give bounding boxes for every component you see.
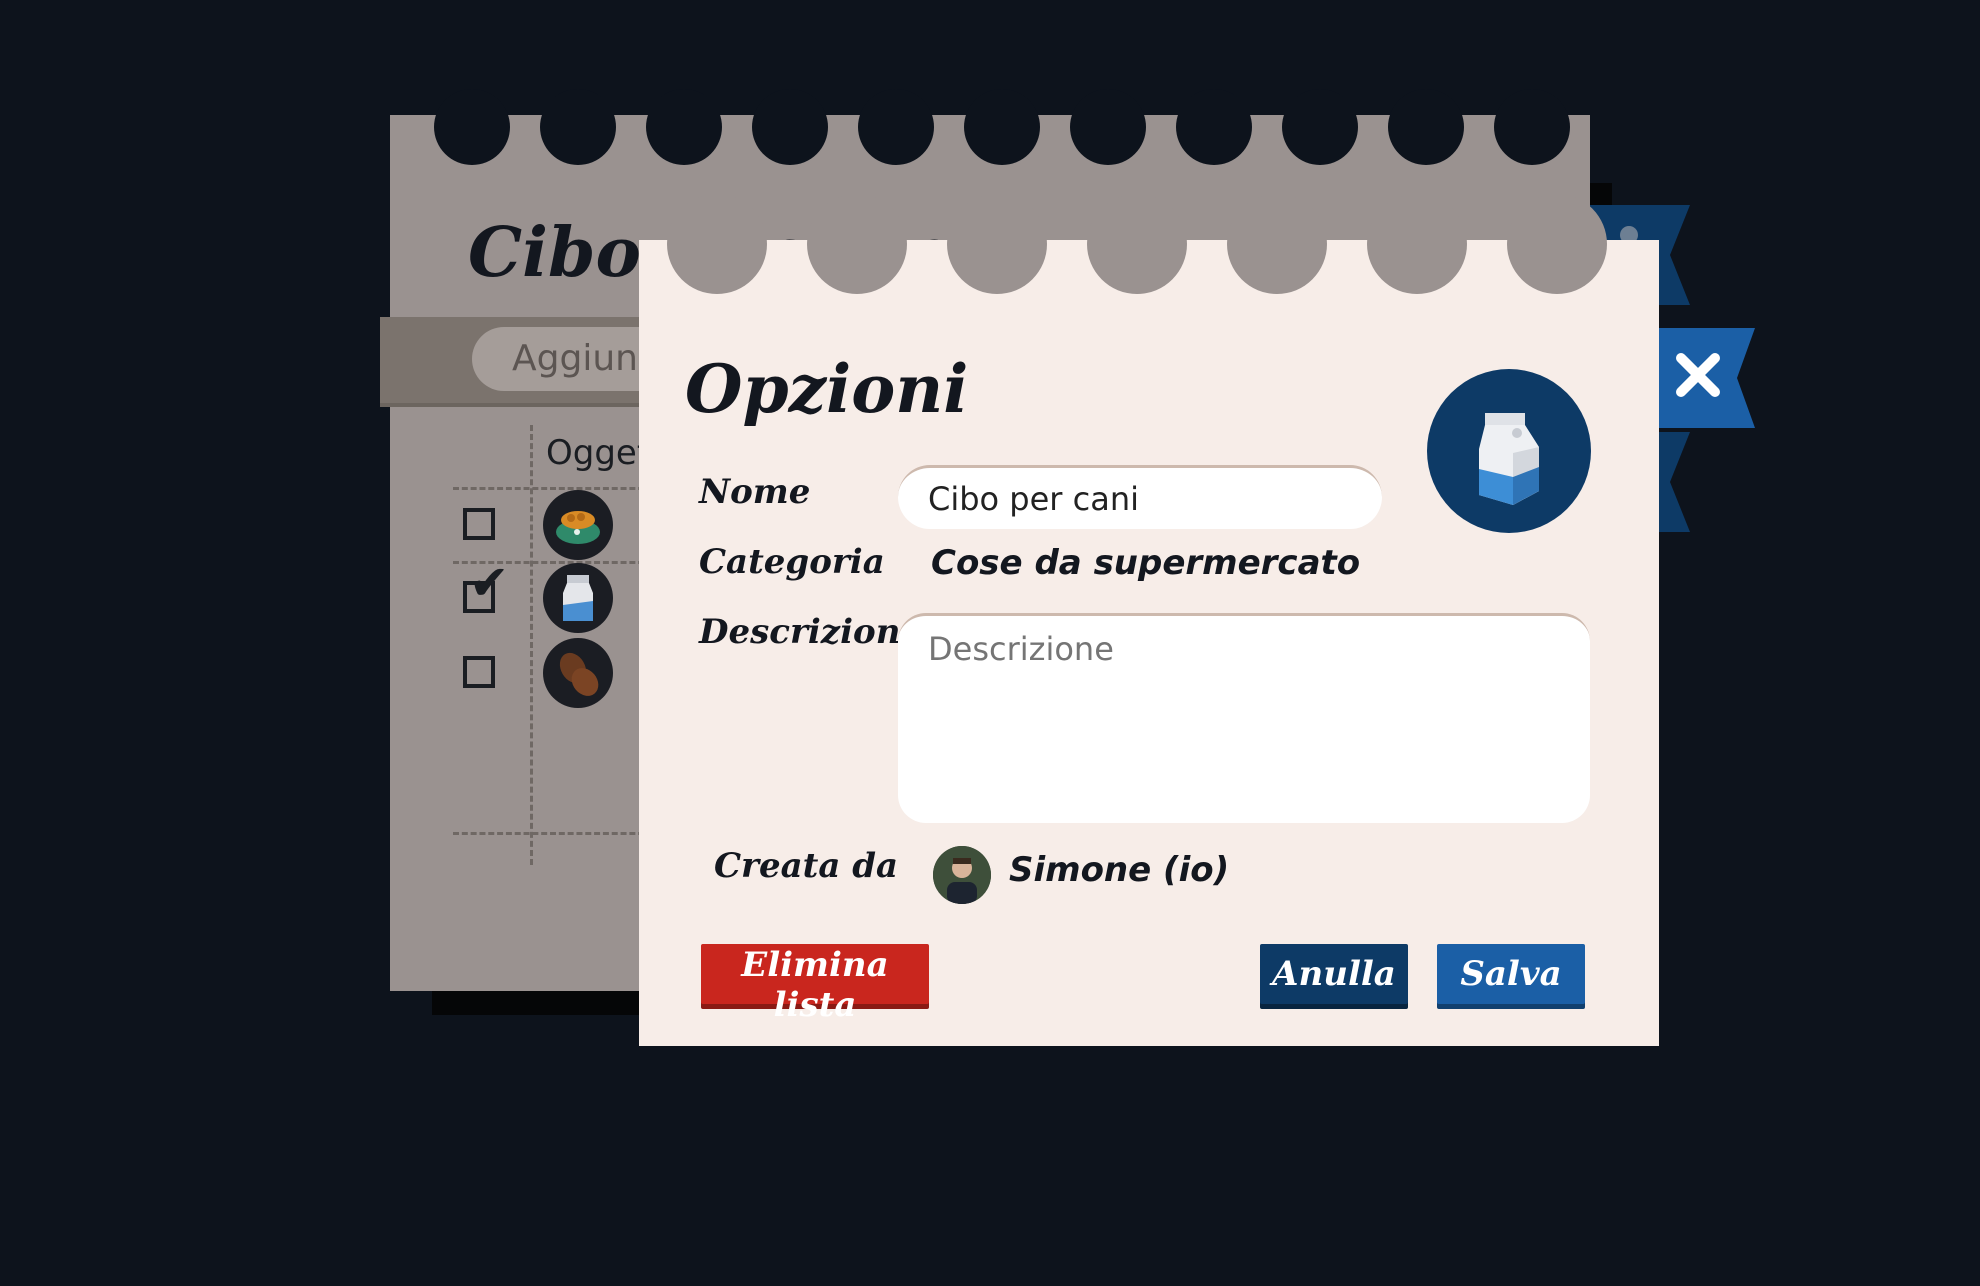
creator-name: Simone (io) <box>1009 850 1230 890</box>
list-item[interactable] <box>463 638 643 710</box>
coffee-beans-icon <box>543 638 613 708</box>
milk-carton-icon <box>1479 413 1539 505</box>
description-label: Descrizione <box>699 612 923 652</box>
name-label: Nome <box>699 472 811 512</box>
dialog-title: Opzioni <box>685 350 969 428</box>
name-input[interactable] <box>898 465 1382 529</box>
close-ribbon[interactable] <box>1657 328 1757 428</box>
description-input[interactable] <box>898 613 1590 823</box>
category-label: Categoria <box>699 542 885 582</box>
list-scallop-edge <box>390 89 1590 175</box>
save-button[interactable]: Salva <box>1437 944 1585 1004</box>
dog-food-bowl-icon <box>543 490 613 560</box>
delete-list-button[interactable]: Elimina lista <box>701 944 929 1025</box>
dialog-scallop-edge <box>639 194 1659 300</box>
avatar <box>933 846 991 904</box>
item-checkbox-checked[interactable]: ✔ <box>463 559 509 613</box>
item-image[interactable] <box>1427 369 1591 533</box>
item-checkbox[interactable] <box>463 656 495 688</box>
check-mark-icon: ✔ <box>469 555 510 611</box>
list-item[interactable]: ✔ <box>463 559 643 635</box>
options-dialog: Opzioni Nome Categoria Cose da supermerc… <box>639 194 1659 1046</box>
milk-carton-icon <box>543 563 613 633</box>
item-checkbox[interactable] <box>463 508 495 540</box>
cancel-button[interactable]: Anulla <box>1260 944 1408 1004</box>
list-item[interactable] <box>463 490 643 562</box>
category-value[interactable]: Cose da supermercato <box>931 543 1360 583</box>
row-divider <box>453 832 653 835</box>
created-by-label: Creata da <box>714 846 899 886</box>
